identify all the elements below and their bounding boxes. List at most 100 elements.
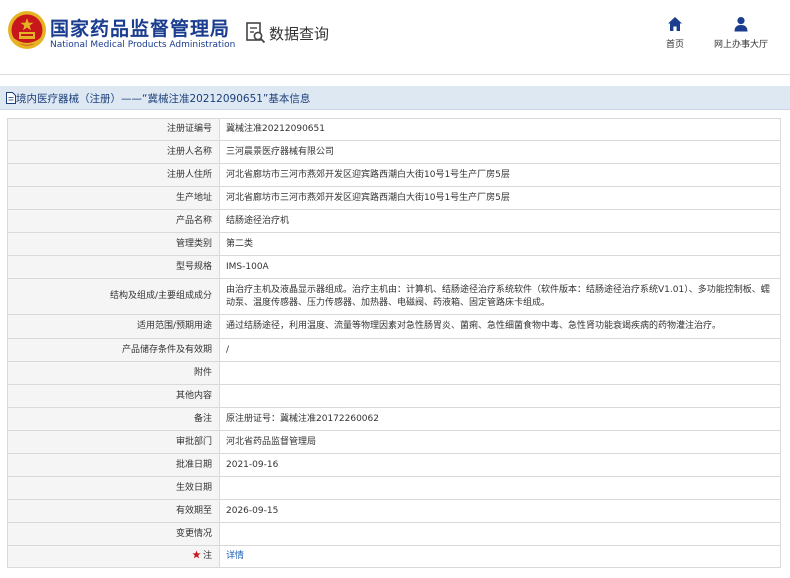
table-row: 生产地址 河北省廊坊市三河市燕郊开发区迎宾路西潮白大街10号1号生产厂房5层 bbox=[7, 186, 781, 210]
field-label: 结构及组成/主要组成成分 bbox=[7, 278, 220, 315]
header-divider bbox=[0, 74, 790, 75]
field-value: / bbox=[219, 338, 781, 362]
details-link[interactable]: 详情 bbox=[226, 551, 244, 561]
field-value-text: / bbox=[226, 344, 230, 355]
field-label: 变更情况 bbox=[7, 522, 220, 546]
table-row: 注册人住所 河北省廊坊市三河市燕郊开发区迎宾路西潮白大街10号1号生产厂房5层 bbox=[7, 163, 781, 187]
table-row: 附件 bbox=[7, 361, 781, 385]
document-icon bbox=[6, 92, 16, 104]
field-value: 2026-09-15 bbox=[219, 499, 781, 523]
field-label: 管理类别 bbox=[7, 232, 220, 256]
field-label: 有效期至 bbox=[7, 499, 220, 523]
field-label: 注册人住所 bbox=[7, 163, 220, 187]
field-value-text: 河北省廊坊市三河市燕郊开发区迎宾路西潮白大街10号1号生产厂房5层 bbox=[226, 169, 510, 180]
field-value-text: 由治疗主机及液晶显示器组成。治疗主机由：计算机、结肠途径治疗系统软件（软件版本：… bbox=[226, 284, 770, 308]
site-header: 国家药品监督管理局 National Medical Products Admi… bbox=[0, 0, 790, 66]
field-label: 生效日期 bbox=[7, 476, 220, 500]
field-label: 备注 bbox=[7, 407, 220, 431]
field-value-text: 2026-09-15 bbox=[226, 505, 279, 516]
field-label-text: 注册人住所 bbox=[166, 169, 212, 180]
table-row: 注册人名称 三河晨景医疗器械有限公司 bbox=[7, 140, 781, 164]
table-row: 管理类别 第二类 bbox=[7, 232, 781, 256]
table-row: 变更情况 bbox=[7, 522, 781, 546]
field-value: 详情 bbox=[219, 545, 781, 568]
field-value: 原注册证号：冀械注准20172260062 bbox=[219, 407, 781, 431]
table-row: 型号规格 IMS-100A bbox=[7, 255, 781, 279]
field-value-text: 结肠途径治疗机 bbox=[226, 215, 290, 226]
field-label-text: 备注 bbox=[193, 413, 212, 424]
field-value: IMS-100A bbox=[219, 255, 781, 279]
field-label-text: 其他内容 bbox=[175, 390, 212, 401]
field-label-text: 结构及组成/主要组成成分 bbox=[109, 291, 212, 301]
field-label-text: 生效日期 bbox=[175, 482, 212, 493]
field-value: 河北省廊坊市三河市燕郊开发区迎宾路西潮白大街10号1号生产厂房5层 bbox=[219, 186, 781, 210]
nav-service-hall-label: 网上办事大厅 bbox=[713, 40, 768, 50]
field-value-text: 2021-09-16 bbox=[226, 459, 279, 470]
home-icon bbox=[668, 17, 682, 31]
registration-info-table: 注册证编号 冀械注准20212090651 注册人名称 三河晨景医疗器械有限公司 注册人… bbox=[7, 118, 781, 568]
field-label: 适用范围/预期用途 bbox=[7, 314, 220, 339]
field-label-text: 注册人名称 bbox=[166, 146, 212, 157]
field-label: 批准日期 bbox=[7, 453, 220, 477]
field-value-text: IMS-100A bbox=[226, 261, 269, 272]
field-value: 三河晨景医疗器械有限公司 bbox=[219, 140, 781, 164]
field-value: 2021-09-16 bbox=[219, 453, 781, 477]
field-value-text: 河北省药品监督管理局 bbox=[226, 436, 317, 447]
org-name-en: National Medical Products Administration bbox=[50, 40, 236, 50]
field-value-text: 第二类 bbox=[226, 238, 254, 249]
field-label-text: 附件 bbox=[193, 367, 212, 378]
field-value-text: 原注册证号：冀械注准20172260062 bbox=[226, 413, 379, 424]
field-value: 冀械注准20212090651 bbox=[219, 118, 781, 141]
field-label-text: 注册证编号 bbox=[166, 124, 212, 134]
org-name-cn: 国家药品监督管理局 bbox=[50, 18, 231, 40]
user-icon bbox=[734, 17, 748, 32]
field-value bbox=[219, 522, 781, 546]
field-label: 注册人名称 bbox=[7, 140, 220, 164]
nav-home-link[interactable]: 首页 bbox=[660, 16, 690, 50]
field-value-text: 三河晨景医疗器械有限公司 bbox=[226, 146, 335, 157]
field-label-text: 注 bbox=[202, 551, 212, 561]
table-row: 适用范围/预期用途 通过结肠途径，利用温度、流量等物理因素对急性肠胃炎、菌痢、急性… bbox=[7, 314, 781, 339]
field-label: 产品名称 bbox=[7, 209, 220, 233]
data-query-title: 数据查询 bbox=[269, 25, 330, 43]
table-row: 注 详情 bbox=[7, 545, 781, 568]
table-row: 产品储存条件及有效期 / bbox=[7, 338, 781, 362]
field-label-text: 批准日期 bbox=[175, 459, 212, 470]
nav-service-hall-link[interactable]: 网上办事大厅 bbox=[709, 16, 773, 50]
field-label: 注 bbox=[7, 545, 220, 568]
field-value: 河北省廊坊市三河市燕郊开发区迎宾路西潮白大街10号1号生产厂房5层 bbox=[219, 163, 781, 187]
table-row: 备注 原注册证号：冀械注准20172260062 bbox=[7, 407, 781, 431]
field-value: 第二类 bbox=[219, 232, 781, 256]
field-label-text: 产品名称 bbox=[175, 215, 212, 226]
field-value-text: 冀械注准20212090651 bbox=[226, 124, 325, 134]
field-label: 其他内容 bbox=[7, 384, 220, 408]
field-label: 审批部门 bbox=[7, 430, 220, 454]
star-icon bbox=[192, 550, 201, 559]
field-value: 河北省药品监督管理局 bbox=[219, 430, 781, 454]
field-label: 型号规格 bbox=[7, 255, 220, 279]
field-value: 通过结肠途径，利用温度、流量等物理因素对急性肠胃炎、菌痢、急性细菌食物中毒、急性… bbox=[219, 314, 781, 339]
table-row: 批准日期 2021-09-16 bbox=[7, 453, 781, 477]
field-value bbox=[219, 361, 781, 385]
field-label-text: 适用范围/预期用途 bbox=[136, 321, 212, 331]
table-row: 生效日期 bbox=[7, 476, 781, 500]
field-label: 产品储存条件及有效期 bbox=[7, 338, 220, 362]
table-row: 结构及组成/主要组成成分 由治疗主机及液晶显示器组成。治疗主机由：计算机、结肠途径… bbox=[7, 278, 781, 315]
page-title: 境内医疗器械（注册）——“冀械注准20212090651”基本信息 bbox=[16, 93, 311, 105]
field-label-text: 有效期至 bbox=[175, 505, 212, 516]
table-row: 其他内容 bbox=[7, 384, 781, 408]
field-label-text: 型号规格 bbox=[175, 261, 212, 272]
field-label: 附件 bbox=[7, 361, 220, 385]
field-label-text: 管理类别 bbox=[175, 238, 212, 249]
page-title-bar: 境内医疗器械（注册）——“冀械注准20212090651”基本信息 bbox=[0, 86, 790, 110]
table-row: 注册证编号 冀械注准20212090651 bbox=[7, 118, 781, 141]
field-value-text: 河北省廊坊市三河市燕郊开发区迎宾路西潮白大街10号1号生产厂房5层 bbox=[226, 192, 510, 203]
field-label-text: 产品储存条件及有效期 bbox=[121, 344, 212, 355]
table-row: 产品名称 结肠途径治疗机 bbox=[7, 209, 781, 233]
field-value bbox=[219, 384, 781, 408]
field-label: 注册证编号 bbox=[7, 118, 220, 141]
field-label: 生产地址 bbox=[7, 186, 220, 210]
field-value: 由治疗主机及液晶显示器组成。治疗主机由：计算机、结肠途径治疗系统软件（软件版本：… bbox=[219, 278, 781, 315]
field-value: 结肠途径治疗机 bbox=[219, 209, 781, 233]
nav-home-label: 首页 bbox=[665, 40, 684, 50]
